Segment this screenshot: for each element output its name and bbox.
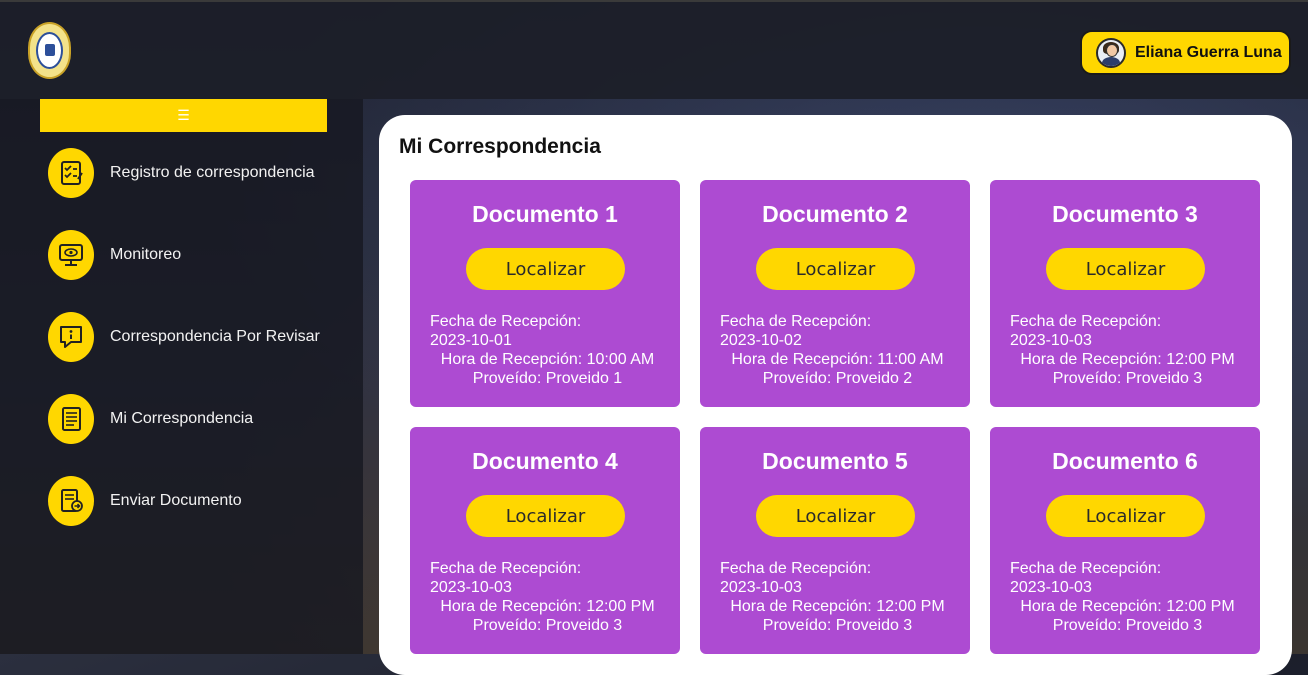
card-title: Documento 5 bbox=[762, 448, 908, 474]
hora-recepcion: Hora de Recepción: 10:00 AM bbox=[440, 351, 655, 368]
document-card: Documento 5 Localizar Fecha de Recepción… bbox=[700, 427, 970, 654]
monitor-eye-icon bbox=[48, 230, 94, 280]
hora-recepcion: Hora de Recepción: 12:00 PM bbox=[440, 598, 655, 615]
document-card: Documento 1 Localizar Fecha de Recepción… bbox=[410, 180, 680, 407]
main-panel: Mi Correspondencia Documento 1 Localizar… bbox=[379, 115, 1292, 675]
fecha-label: Fecha de Recepción: bbox=[1010, 560, 1162, 577]
sidebar-item-label: Registro de correspondencia bbox=[110, 164, 315, 181]
avatar bbox=[1096, 37, 1126, 68]
proveido: Proveído: Proveido 3 bbox=[762, 617, 913, 634]
hora-recepcion: Hora de Recepción: 11:00 AM bbox=[731, 351, 944, 368]
sidebar-item-label: Correspondencia Por Revisar bbox=[110, 328, 320, 345]
fecha-label: Fecha de Recepción: bbox=[430, 313, 582, 330]
checklist-icon bbox=[48, 148, 94, 198]
institution-logo bbox=[28, 22, 71, 79]
card-title: Documento 2 bbox=[762, 201, 908, 227]
card-info: Fecha de Recepción: 2023-10-02 Hora de R… bbox=[720, 312, 955, 388]
fecha-label: Fecha de Recepción: bbox=[430, 560, 582, 577]
sidebar: ☰ Registro de correspondencia Monitoreo … bbox=[0, 99, 363, 654]
proveido: Proveído: Proveido 2 bbox=[762, 370, 913, 387]
sidebar-item-label: Enviar Documento bbox=[110, 492, 242, 509]
hora-recepcion: Hora de Recepción: 12:00 PM bbox=[1020, 351, 1235, 368]
user-profile-button[interactable]: Eliana Guerra Luna bbox=[1080, 30, 1291, 75]
user-name: Eliana Guerra Luna bbox=[1135, 43, 1282, 61]
info-message-icon bbox=[48, 312, 94, 362]
sidebar-item-registro[interactable]: Registro de correspondencia bbox=[48, 148, 315, 198]
document-card: Documento 6 Localizar Fecha de Recepción… bbox=[990, 427, 1260, 654]
proveido: Proveído: Proveido 3 bbox=[1052, 370, 1203, 387]
fecha-label: Fecha de Recepción: bbox=[720, 560, 872, 577]
hamburger-icon: ☰ bbox=[177, 107, 190, 123]
card-info: Fecha de Recepción: 2023-10-03 Hora de R… bbox=[1010, 559, 1245, 635]
localizar-button[interactable]: Localizar bbox=[756, 248, 915, 290]
localizar-button[interactable]: Localizar bbox=[1046, 248, 1205, 290]
proveido: Proveído: Proveido 3 bbox=[472, 617, 623, 634]
hora-recepcion: Hora de Recepción: 12:00 PM bbox=[1020, 598, 1235, 615]
document-list-icon bbox=[48, 394, 94, 444]
send-document-icon bbox=[48, 476, 94, 526]
fecha-value: 2023-10-03 bbox=[430, 579, 512, 596]
card-info: Fecha de Recepción: 2023-10-03 Hora de R… bbox=[1010, 312, 1245, 388]
sidebar-item-enviar[interactable]: Enviar Documento bbox=[48, 476, 242, 526]
fecha-label: Fecha de Recepción: bbox=[720, 313, 872, 330]
fecha-value: 2023-10-03 bbox=[1010, 332, 1092, 349]
sidebar-item-mi-correspondencia[interactable]: Mi Correspondencia bbox=[48, 394, 253, 444]
card-info: Fecha de Recepción: 2023-10-03 Hora de R… bbox=[720, 559, 955, 635]
card-title: Documento 4 bbox=[472, 448, 618, 474]
sidebar-item-label: Monitoreo bbox=[110, 246, 182, 263]
hora-recepcion: Hora de Recepción: 12:00 PM bbox=[730, 598, 945, 615]
localizar-button[interactable]: Localizar bbox=[466, 495, 625, 537]
page-title: Mi Correspondencia bbox=[399, 135, 601, 158]
localizar-button[interactable]: Localizar bbox=[466, 248, 625, 290]
fecha-value: 2023-10-03 bbox=[720, 579, 802, 596]
localizar-button[interactable]: Localizar bbox=[1046, 495, 1205, 537]
card-info: Fecha de Recepción: 2023-10-03 Hora de R… bbox=[430, 559, 665, 635]
sidebar-item-monitoreo[interactable]: Monitoreo bbox=[48, 230, 181, 280]
card-title: Documento 6 bbox=[1052, 448, 1198, 474]
fecha-value: 2023-10-03 bbox=[1010, 579, 1092, 596]
fecha-value: 2023-10-02 bbox=[720, 332, 802, 349]
fecha-label: Fecha de Recepción: bbox=[1010, 313, 1162, 330]
menu-toggle-button[interactable]: ☰ bbox=[40, 99, 327, 132]
localizar-button[interactable]: Localizar bbox=[756, 495, 915, 537]
document-card: Documento 2 Localizar Fecha de Recepción… bbox=[700, 180, 970, 407]
fecha-value: 2023-10-01 bbox=[430, 332, 512, 349]
proveido: Proveído: Proveido 1 bbox=[472, 370, 623, 387]
proveido: Proveído: Proveido 3 bbox=[1052, 617, 1203, 634]
sidebar-item-por-revisar[interactable]: Correspondencia Por Revisar bbox=[48, 312, 320, 362]
card-info: Fecha de Recepción: 2023-10-01 Hora de R… bbox=[430, 312, 665, 388]
document-card: Documento 3 Localizar Fecha de Recepción… bbox=[990, 180, 1260, 407]
card-title: Documento 1 bbox=[472, 201, 618, 227]
document-card: Documento 4 Localizar Fecha de Recepción… bbox=[410, 427, 680, 654]
top-bar: Eliana Guerra Luna bbox=[0, 0, 1308, 99]
sidebar-item-label: Mi Correspondencia bbox=[110, 410, 254, 427]
card-title: Documento 3 bbox=[1052, 201, 1198, 227]
